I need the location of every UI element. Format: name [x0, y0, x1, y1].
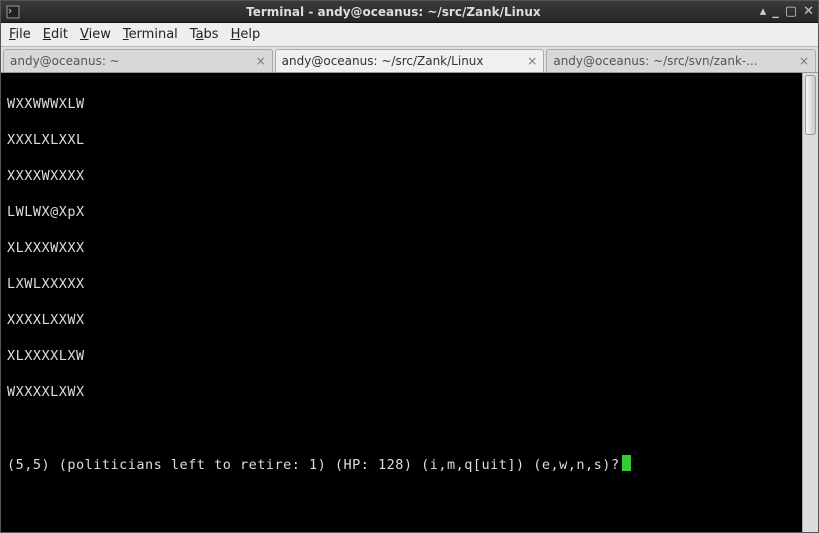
map-row: XXXLXLXXL	[7, 131, 796, 149]
maximize-icon[interactable]: ▢	[785, 5, 797, 18]
menu-help[interactable]: Help	[231, 27, 261, 42]
map-row: XLXXXWXXX	[7, 239, 796, 257]
cursor	[622, 455, 631, 471]
terminal-output[interactable]: WXXWWWXLW XXXLXLXXL XXXXWXXXX LWLWX@XpX …	[1, 73, 802, 532]
window-title: Terminal - andy@oceanus: ~/src/Zank/Linu…	[27, 5, 760, 19]
titlebar: Terminal - andy@oceanus: ~/src/Zank/Linu…	[1, 1, 818, 23]
menu-terminal[interactable]: Terminal	[123, 27, 178, 42]
map-row: WXXWWWXLW	[7, 95, 796, 113]
tab-label: andy@oceanus: ~/src/Zank/Linux	[282, 54, 524, 68]
map-row: WXXXXLXWX	[7, 383, 796, 401]
map-row: XXXXLXXWX	[7, 311, 796, 329]
menubar: File Edit View Terminal Tabs Help	[1, 23, 818, 47]
menu-tabs[interactable]: Tabs	[190, 27, 219, 42]
map-row: XXXXWXXXX	[7, 167, 796, 185]
scrollbar[interactable]	[802, 73, 818, 532]
menu-view[interactable]: View	[80, 27, 111, 42]
terminal-window: Terminal - andy@oceanus: ~/src/Zank/Linu…	[0, 0, 819, 533]
minimize-icon[interactable]: _	[772, 5, 779, 18]
blank-line	[7, 419, 796, 437]
status-text: (5,5) (politicians left to retire: 1) (H…	[7, 457, 620, 473]
map-row: XLXXXXLXW	[7, 347, 796, 365]
stick-icon[interactable]: ▴	[760, 5, 767, 18]
tab-label: andy@oceanus: ~/src/svn/zank-...	[553, 54, 795, 68]
tab-2[interactable]: andy@oceanus: ~/src/svn/zank-... ×	[546, 49, 816, 72]
tab-label: andy@oceanus: ~	[10, 54, 252, 68]
tab-close-icon[interactable]: ×	[256, 54, 266, 68]
tab-0[interactable]: andy@oceanus: ~ ×	[3, 49, 273, 72]
close-icon[interactable]: ✕	[803, 5, 814, 18]
menu-edit[interactable]: Edit	[43, 27, 68, 42]
status-line: (5,5) (politicians left to retire: 1) (H…	[7, 455, 796, 474]
tab-close-icon[interactable]: ×	[799, 54, 809, 68]
tabbar: andy@oceanus: ~ × andy@oceanus: ~/src/Za…	[1, 47, 818, 73]
terminal-area: WXXWWWXLW XXXLXLXXL XXXXWXXXX LWLWX@XpX …	[1, 73, 818, 532]
map-row: LWLWX@XpX	[7, 203, 796, 221]
app-icon	[5, 4, 21, 20]
menu-file[interactable]: File	[9, 27, 31, 42]
tab-1[interactable]: andy@oceanus: ~/src/Zank/Linux ×	[275, 49, 545, 72]
scrollbar-thumb[interactable]	[805, 75, 816, 135]
tab-close-icon[interactable]: ×	[527, 54, 537, 68]
map-row: LXWLXXXXX	[7, 275, 796, 293]
